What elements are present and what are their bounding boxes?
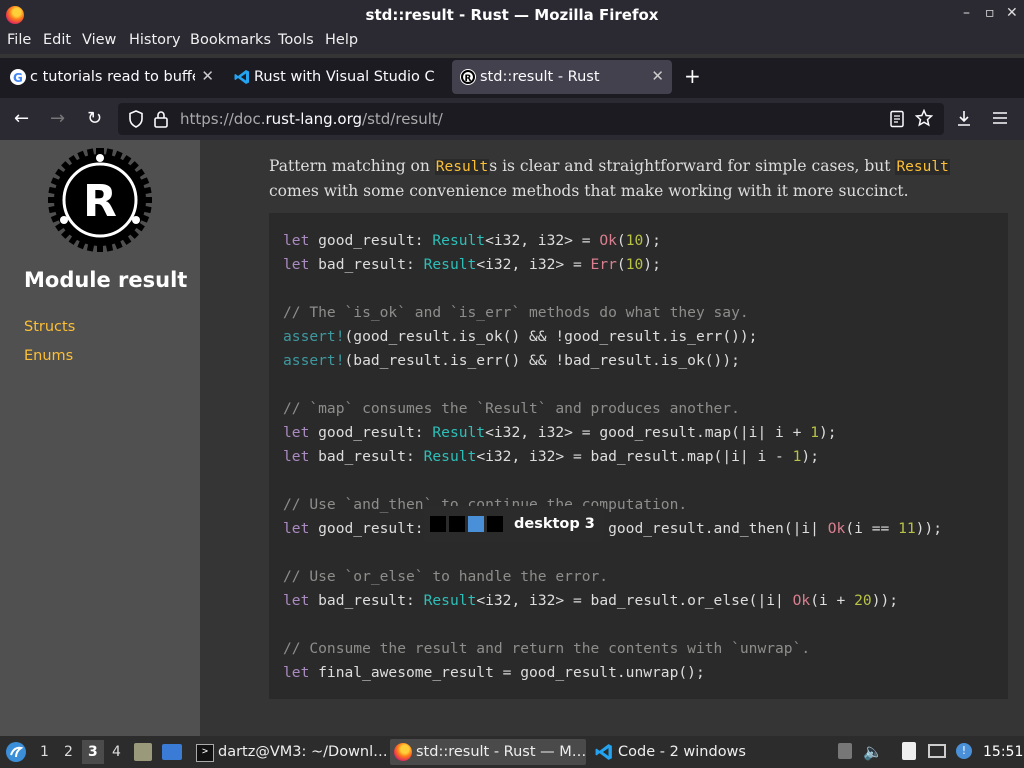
firefox-icon [394, 743, 412, 761]
close-tab-icon[interactable]: ✕ [651, 67, 664, 85]
menu-bookmarks[interactable]: Bookmarks [190, 32, 271, 48]
lock-icon[interactable] [154, 110, 168, 132]
clock: 15:51 [983, 744, 1024, 760]
workspace-indicator [449, 516, 465, 532]
result-code-link[interactable]: Result [895, 159, 950, 175]
downloads-icon[interactable] [955, 109, 973, 131]
nav-bar: ← → ↻ https://doc.rust-lang.org/std/resu… [0, 98, 1024, 140]
rust-icon: R [460, 69, 476, 85]
workspace-4[interactable]: 4 [112, 744, 121, 760]
code-example-block: let good_result: Result<i32, i32> = Ok(1… [269, 213, 1008, 699]
task-label: dartz@VM3: ~/Downl… [218, 744, 388, 760]
close-tab-icon[interactable]: ✕ [201, 67, 214, 85]
forward-button[interactable]: → [50, 108, 65, 129]
clipboard-icon[interactable] [902, 742, 916, 760]
taskbar: 1 2 3 4 > dartz@VM3: ~/Downl… std::resul… [0, 736, 1024, 768]
show-desktop-icon[interactable] [162, 744, 182, 760]
sidebar-link-structs[interactable]: Structs [24, 319, 75, 335]
code-listing: let good_result: Result<i32, i32> = Ok(1… [283, 232, 942, 681]
menu-help[interactable]: Help [325, 32, 358, 48]
workspace-indicator-active [468, 516, 484, 532]
sidebar-link-enums[interactable]: Enums [24, 348, 73, 364]
sidebar: R Module result Structs Enums [0, 140, 200, 736]
tab-rust-vscode[interactable]: Rust with Visual Studio C [226, 60, 448, 94]
svg-text:R: R [465, 74, 472, 84]
terminal-icon: > [196, 744, 214, 762]
new-tab-button[interactable]: + [684, 64, 701, 88]
workspace-1[interactable]: 1 [40, 744, 49, 760]
start-menu-icon[interactable] [5, 741, 27, 767]
notification-icon[interactable]: ! [956, 743, 972, 759]
task-vscode[interactable]: Code - 2 windows [592, 739, 752, 765]
workspace-indicator [430, 516, 446, 532]
reader-view-icon[interactable] [890, 110, 904, 132]
task-label: std::result - Rust — M… [416, 744, 587, 760]
tab-label: c tutorials read to buffer [30, 69, 195, 85]
desktop-switch-osd: desktop 3 [424, 506, 604, 542]
url-bar[interactable]: https://doc.rust-lang.org/std/result/ [118, 103, 944, 135]
volume-icon[interactable]: 🔈 [863, 742, 883, 761]
back-button[interactable]: ← [14, 108, 29, 129]
menu-view[interactable]: View [82, 32, 116, 48]
task-label: Code - 2 windows [618, 744, 746, 760]
url-text[interactable]: https://doc.rust-lang.org/std/result/ [180, 110, 443, 128]
network-icon[interactable] [928, 744, 946, 758]
tab-std-result[interactable]: R std::result - Rust ✕ [452, 60, 672, 94]
menu-tools[interactable]: Tools [278, 32, 314, 48]
tab-label: std::result - Rust [480, 69, 600, 85]
intro-paragraph: Pattern matching on Results is clear and… [269, 157, 950, 200]
menu-file[interactable]: File [7, 32, 31, 48]
hamburger-menu-icon[interactable] [991, 109, 1009, 131]
workspace-3[interactable]: 3 [88, 744, 98, 760]
svg-text:G: G [13, 71, 23, 85]
tab-c-tutorials[interactable]: G c tutorials read to buffer ✕ [2, 60, 222, 94]
window-title: std::result - Rust — Mozilla Firefox [365, 6, 659, 24]
maximize-icon[interactable]: ▫ [985, 5, 995, 21]
bookmark-star-icon[interactable] [914, 108, 934, 131]
workspace-indicator [487, 516, 503, 532]
menu-edit[interactable]: Edit [43, 32, 71, 48]
module-title: Module result [24, 268, 188, 292]
window-titlebar: std::result - Rust — Mozilla Firefox – ▫… [0, 0, 1024, 30]
close-window-icon[interactable]: ✕ [1006, 5, 1018, 21]
tray-app-icon[interactable] [838, 743, 852, 759]
page-viewport: R Module result Structs Enums Pattern ma… [0, 140, 1024, 736]
vscode-icon [595, 743, 613, 765]
rust-logo[interactable]: R [48, 148, 152, 252]
task-firefox[interactable]: std::result - Rust — M… [390, 739, 586, 765]
vscode-icon [234, 69, 250, 85]
file-manager-icon[interactable] [134, 743, 152, 761]
menu-history[interactable]: History [129, 32, 181, 48]
workspace-2[interactable]: 2 [64, 744, 73, 760]
tab-bar: G c tutorials read to buffer ✕ Rust with… [0, 58, 1024, 98]
minimize-icon[interactable]: – [963, 5, 970, 21]
task-terminal[interactable]: > dartz@VM3: ~/Downl… [192, 739, 388, 765]
reload-button[interactable]: ↻ [87, 108, 102, 129]
tab-label: Rust with Visual Studio C [254, 69, 434, 85]
svg-text:R: R [83, 176, 117, 227]
osd-label: desktop 3 [514, 516, 595, 532]
result-code-link[interactable]: Result [434, 159, 490, 175]
google-icon: G [10, 69, 26, 85]
shield-icon[interactable] [128, 110, 144, 132]
main-content: Pattern matching on Results is clear and… [200, 140, 1024, 736]
menu-bar: File Edit View History Bookmarks Tools H… [0, 30, 1024, 54]
